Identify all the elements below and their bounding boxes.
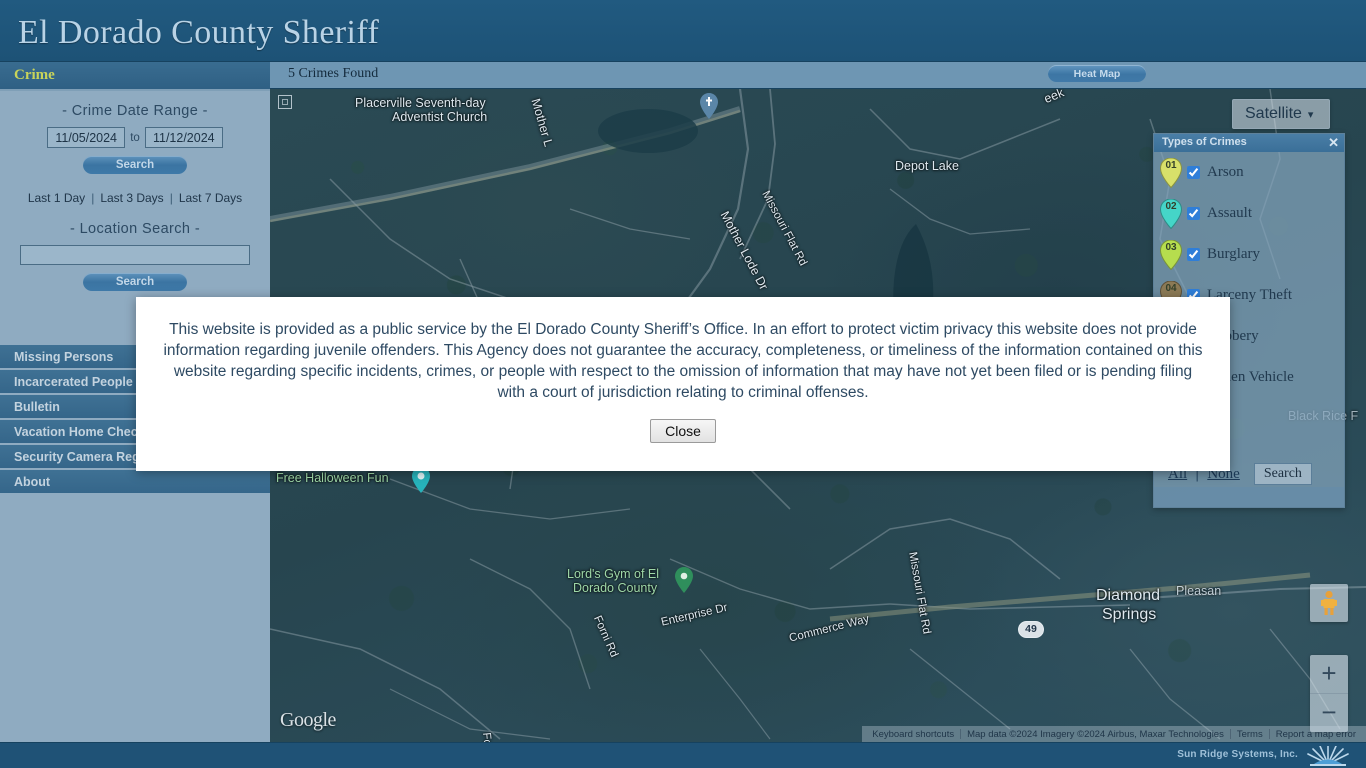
- map-pin-icon-01: 01: [1160, 157, 1182, 188]
- report-map-error-link[interactable]: Report a map error: [1270, 729, 1362, 740]
- map-type-label: Satellite: [1245, 105, 1302, 122]
- map-toolbar: 5 Crimes Found Heat Map: [270, 62, 1366, 89]
- map-route-shield-49: 49: [1018, 621, 1044, 638]
- types-of-crimes-header: Types of Crimes ✕: [1154, 134, 1344, 152]
- street-view-pegman-button[interactable]: [1310, 584, 1348, 622]
- types-of-crimes-footer-strip: [1154, 487, 1344, 507]
- types-of-crimes-title: Types of Crimes: [1162, 136, 1247, 148]
- terms-link[interactable]: Terms: [1231, 729, 1269, 740]
- quick-link-last-1-day[interactable]: Last 1 Day: [28, 191, 85, 205]
- pegman-icon: [1321, 590, 1337, 615]
- close-icon[interactable]: ✕: [1328, 135, 1339, 150]
- vendor-brand-label: Sun Ridge Systems, Inc.: [1177, 749, 1298, 760]
- sidebar-item-about[interactable]: About: [0, 470, 270, 495]
- map-data-attribution: Map data ©2024 Imagery ©2024 Airbus, Max…: [967, 728, 1224, 740]
- disclaimer-text: This website is provided as a public ser…: [163, 321, 1203, 401]
- sidebar-tab-crime[interactable]: Crime: [0, 62, 270, 91]
- google-watermark: Google: [280, 709, 336, 731]
- crime-type-row-burglary: 03 Burglary: [1154, 234, 1344, 275]
- page-footer: Sun Ridge Systems, Inc.: [0, 742, 1366, 768]
- zoom-in-button[interactable]: +: [1310, 655, 1348, 693]
- chevron-down-icon: ▾: [1307, 109, 1314, 121]
- crime-date-search-button[interactable]: Search: [83, 156, 187, 174]
- application-window: El Dorado County Sheriff Crime - Crime D…: [0, 0, 1366, 768]
- page-title: El Dorado County Sheriff: [18, 14, 380, 51]
- crimes-search-button[interactable]: Search: [1253, 463, 1312, 485]
- crime-type-label-assault: Assault: [1207, 205, 1252, 221]
- crime-type-label-arson: Arson: [1207, 164, 1244, 180]
- quick-link-sep-2: |: [169, 191, 173, 205]
- date-range-row: to: [0, 127, 270, 148]
- date-to-label: to: [130, 131, 140, 144]
- quick-date-links: Last 1 Day | Last 3 Days | Last 7 Days: [0, 191, 270, 205]
- map-pin-icon-03: 03: [1160, 239, 1182, 270]
- map-zoom-controls: + −: [1310, 655, 1348, 732]
- quick-link-last-3-days[interactable]: Last 3 Days: [100, 191, 163, 205]
- crime-type-row-assault: 02 Assault: [1154, 193, 1344, 234]
- pin-number-04: 04: [1165, 282, 1177, 294]
- crime-type-row-arson: 01 Arson: [1154, 152, 1344, 193]
- crime-type-checkbox-arson[interactable]: [1187, 166, 1200, 179]
- map-type-satellite-button[interactable]: Satellite ▾: [1232, 99, 1330, 129]
- map-pin-icon-02: 02: [1160, 198, 1182, 229]
- crime-date-range-title: - Crime Date Range -: [62, 103, 208, 119]
- close-button[interactable]: Close: [650, 419, 716, 443]
- pin-number-03: 03: [1165, 241, 1177, 253]
- location-search-button[interactable]: Search: [83, 273, 187, 291]
- crime-type-checkbox-assault[interactable]: [1187, 207, 1200, 220]
- crime-type-label-burglary: Burglary: [1207, 246, 1261, 262]
- map-attribution-bar: Keyboard shortcuts Map data ©2024 Imager…: [862, 726, 1366, 742]
- sunburst-logo-icon: [1307, 746, 1349, 766]
- heat-map-button[interactable]: Heat Map: [1048, 65, 1146, 82]
- location-search-input[interactable]: [20, 245, 250, 265]
- crime-search-panel: - Crime Date Range - to Search Last 1 Da…: [0, 91, 270, 307]
- quick-link-last-7-days[interactable]: Last 7 Days: [179, 191, 242, 205]
- crimes-found-count: 5 Crimes Found: [288, 66, 379, 81]
- pin-number-01: 01: [1165, 159, 1177, 171]
- page-header: El Dorado County Sheriff: [0, 0, 1366, 62]
- date-from-input[interactable]: [47, 127, 126, 148]
- location-search-title: - Location Search -: [69, 221, 201, 237]
- keyboard-shortcuts-link[interactable]: Keyboard shortcuts: [866, 729, 960, 740]
- quick-link-sep-1: |: [91, 191, 95, 205]
- disclaimer-modal: This website is provided as a public ser…: [136, 297, 1230, 471]
- fullscreen-icon[interactable]: [278, 95, 292, 109]
- pin-number-02: 02: [1165, 200, 1177, 212]
- crime-type-checkbox-burglary[interactable]: [1187, 248, 1200, 261]
- date-to-input[interactable]: [144, 127, 223, 148]
